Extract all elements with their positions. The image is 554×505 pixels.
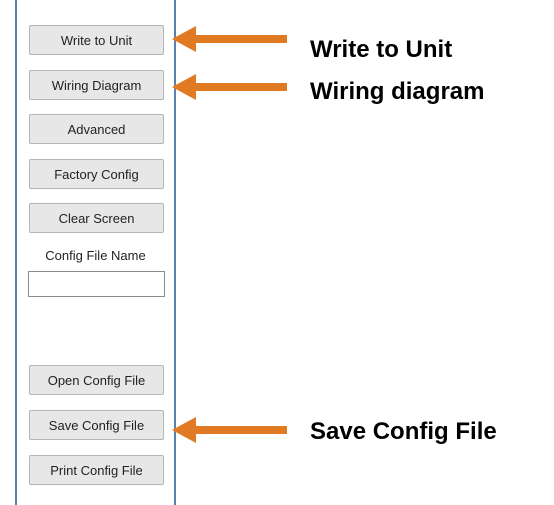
write-to-unit-button[interactable]: Write to Unit: [29, 25, 164, 55]
config-file-name-input[interactable]: [28, 271, 165, 297]
open-config-file-button[interactable]: Open Config File: [29, 365, 164, 395]
arrow-left-icon: [172, 74, 287, 100]
callout-label-save-config-file: Save Config File: [310, 418, 497, 445]
arrow-left-icon: [172, 26, 287, 52]
annotated-screenshot: Write to Unit Wiring Diagram Advanced Fa…: [0, 0, 554, 505]
wiring-diagram-button[interactable]: Wiring Diagram: [29, 70, 164, 100]
factory-config-button[interactable]: Factory Config: [29, 159, 164, 189]
clear-screen-button[interactable]: Clear Screen: [29, 203, 164, 233]
arrow-left-icon: [172, 417, 287, 443]
config-sidebar-panel: Write to Unit Wiring Diagram Advanced Fa…: [15, 0, 176, 505]
callout-label-write-to-unit: Write to Unit: [310, 36, 453, 63]
save-config-file-button[interactable]: Save Config File: [29, 410, 164, 440]
callout-label-wiring-diagram: Wiring diagram: [310, 78, 485, 105]
advanced-button[interactable]: Advanced: [29, 114, 164, 144]
config-file-name-label: Config File Name: [45, 248, 146, 263]
print-config-file-button[interactable]: Print Config File: [29, 455, 164, 485]
